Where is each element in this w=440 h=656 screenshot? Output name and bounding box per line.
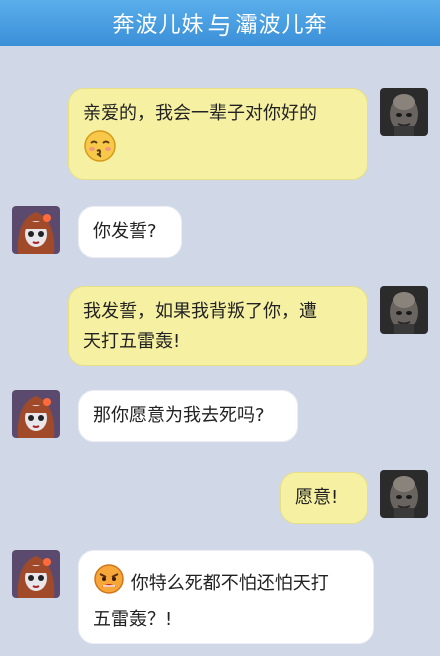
message-text: 你发誓? <box>93 221 157 242</box>
message-bubble-right[interactable]: 我发誓，如果我背叛了你，遭 天打五雷轰! <box>68 286 368 366</box>
message-text-part1: 你特么死都不怕还怕天打 <box>130 573 329 594</box>
title-name-right: 灞波儿奔 <box>235 13 328 38</box>
chat-area[interactable]: 亲爱的，我会一辈子对你好的 你发誓? 我发誓，如果我背叛了你，遭 天打五雷轰! … <box>0 46 440 656</box>
message-bubble-right[interactable]: 愿意! <box>280 472 368 524</box>
message-text-line1: 你特么死都不怕还怕天打 <box>93 563 359 605</box>
avatar-female[interactable] <box>12 550 60 598</box>
angry-face-icon <box>93 563 125 605</box>
message-bubble-left[interactable]: 那你愿意为我去死吗? <box>78 390 298 442</box>
avatar-male[interactable] <box>380 88 428 136</box>
title-connector: 与 <box>207 11 233 40</box>
avatar-male[interactable] <box>380 286 428 334</box>
message-bubble-right[interactable]: 亲爱的，我会一辈子对你好的 <box>68 88 368 180</box>
message-text-line2: 五雷轰？! <box>93 609 173 630</box>
chat-title-bar: 奔波儿妹 与 灞波儿奔 <box>0 0 440 46</box>
message-bubble-left[interactable]: 你发誓? <box>78 206 182 258</box>
message-text: 愿意! <box>295 487 339 508</box>
message-text-line2: 天打五雷轰! <box>83 331 181 352</box>
avatar-female[interactable] <box>12 206 60 254</box>
message-text-line1: 我发誓，如果我背叛了你，遭 <box>83 301 317 322</box>
message-text: 那你愿意为我去死吗? <box>93 405 265 426</box>
avatar-male[interactable] <box>380 470 428 518</box>
title-name-left: 奔波儿妹 <box>112 13 205 38</box>
avatar-female[interactable] <box>12 390 60 438</box>
message-bubble-left[interactable]: 你特么死都不怕还怕天打 五雷轰？! <box>78 550 374 644</box>
blush-kiss-face-icon <box>83 129 117 173</box>
message-text: 亲爱的，我会一辈子对你好的 <box>83 103 317 124</box>
